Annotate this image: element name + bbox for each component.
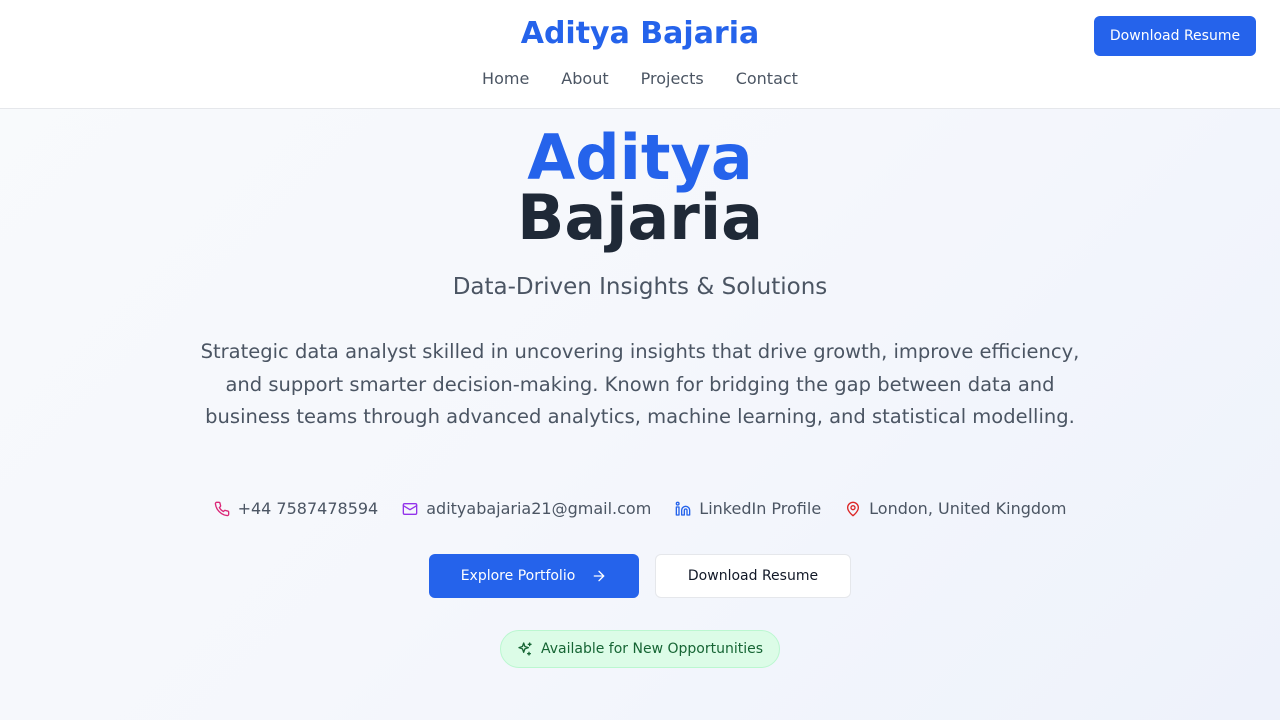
contact-email[interactable]: adityabajaria21@gmail.com xyxy=(402,498,651,520)
arrow-right-icon xyxy=(591,568,607,584)
nav-projects[interactable]: Projects xyxy=(641,68,704,90)
badge-wrap: Available for New Opportunities xyxy=(0,630,1280,668)
site-brand[interactable]: Aditya Bajaria xyxy=(0,14,1280,54)
phone-icon xyxy=(214,501,230,517)
contact-list: +44 7587478594 adityabajaria21@gmail.com… xyxy=(0,498,1280,520)
header-download-resume-button[interactable]: Download Resume xyxy=(1094,16,1256,56)
nav-contact[interactable]: Contact xyxy=(736,68,798,90)
contact-linkedin[interactable]: LinkedIn Profile xyxy=(675,498,821,520)
map-pin-icon xyxy=(845,501,861,517)
contact-email-text[interactable]: adityabajaria21@gmail.com xyxy=(426,498,651,520)
site-header: Aditya Bajaria Home About Projects Conta… xyxy=(0,0,1280,109)
contact-linkedin-text[interactable]: LinkedIn Profile xyxy=(699,498,821,520)
cta-row: Explore Portfolio Download Resume xyxy=(0,554,1280,598)
status-badge-text: Available for New Opportunities xyxy=(540,641,764,657)
contact-location: London, United Kingdom xyxy=(845,498,1066,520)
main-nav: Home About Projects Contact xyxy=(0,68,1280,90)
hero-summary: Strategic data analyst skilled in uncove… xyxy=(200,340,1080,428)
hero-first-name: Aditya xyxy=(527,121,753,194)
mail-icon xyxy=(402,501,418,517)
download-resume-button[interactable]: Download Resume xyxy=(655,554,851,598)
explore-portfolio-button[interactable]: Explore Portfolio xyxy=(429,554,639,598)
sparkles-icon xyxy=(517,641,533,657)
contact-phone: +44 7587478594 xyxy=(214,498,379,520)
contact-phone-text: +44 7587478594 xyxy=(237,499,379,518)
hero-last-name: Bajaria xyxy=(517,181,763,254)
linkedin-icon xyxy=(675,501,691,517)
hero-name: Aditya Bajaria xyxy=(0,121,1280,254)
hero-tagline: Data-Driven Insights & Solutions xyxy=(452,274,828,300)
status-badge: Available for New Opportunities xyxy=(500,630,780,668)
nav-home[interactable]: Home xyxy=(482,68,529,90)
nav-about[interactable]: About xyxy=(561,68,608,90)
explore-portfolio-label: Explore Portfolio xyxy=(460,568,576,584)
contact-location-text: London, United Kingdom xyxy=(869,499,1067,518)
